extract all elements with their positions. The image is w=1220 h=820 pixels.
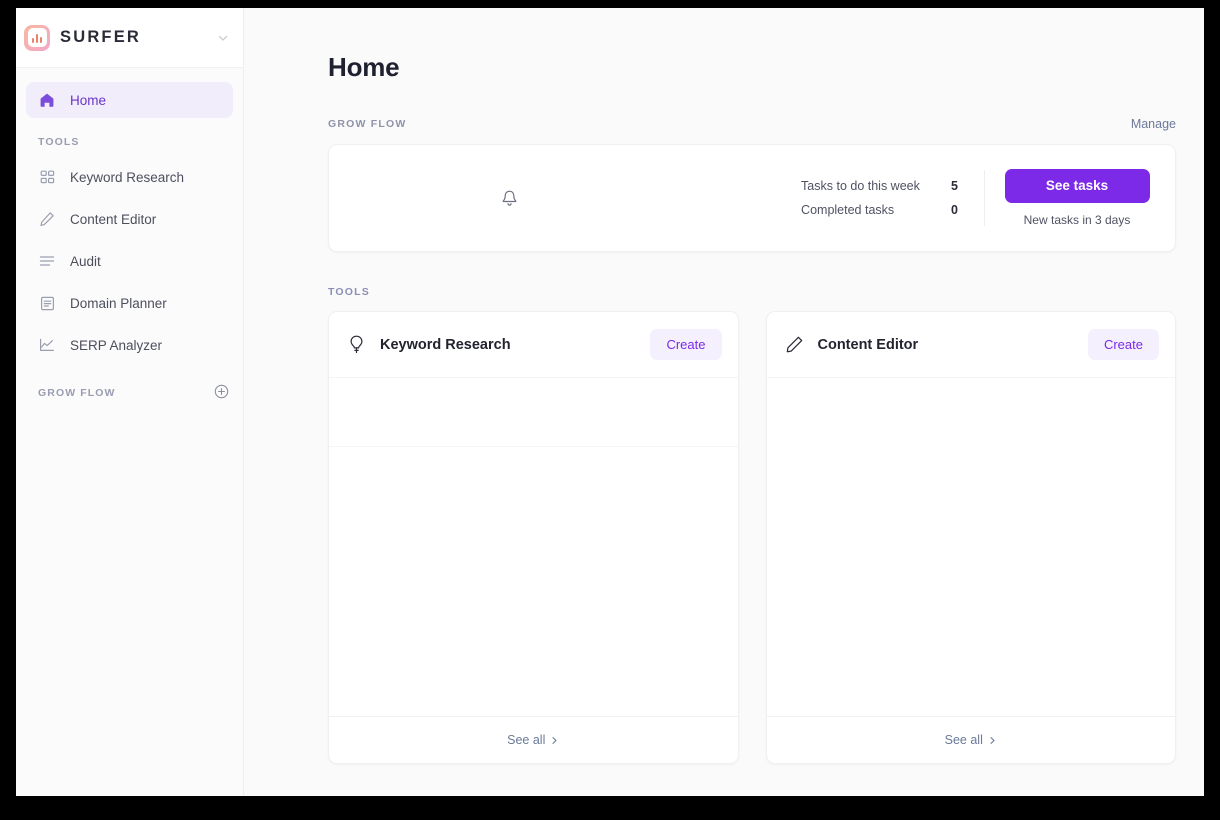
main-content: Home GROW FLOW Manage Tasks to do this w… <box>244 8 1204 796</box>
empty-row <box>329 378 738 447</box>
stat-label: Completed tasks <box>801 203 895 217</box>
new-tasks-note: New tasks in 3 days <box>1023 213 1131 227</box>
sidebar-item-domain-planner[interactable]: Domain Planner <box>26 282 233 324</box>
plus-circle-icon[interactable] <box>214 384 229 402</box>
tool-card-title: Keyword Research <box>380 336 511 353</box>
grow-flow-action: See tasks New tasks in 3 days <box>985 169 1157 227</box>
stat-row: Completed tasks 0 <box>801 198 958 222</box>
grid-icon <box>38 170 56 185</box>
sidebar-item-audit[interactable]: Audit <box>26 240 233 282</box>
lightbulb-icon <box>347 334 366 355</box>
grow-flow-eyebrow: GROW FLOW <box>328 118 407 130</box>
sidebar-item-serp-analyzer[interactable]: SERP Analyzer <box>26 324 233 366</box>
sidebar-item-label: Content Editor <box>70 211 157 227</box>
sidebar-grow-flow-section: GROW FLOW <box>26 384 233 402</box>
chevron-down-icon[interactable] <box>217 32 229 44</box>
pencil-icon <box>785 335 804 354</box>
create-button[interactable]: Create <box>650 329 722 360</box>
sidebar-tools-label: TOOLS <box>38 136 80 148</box>
manage-link[interactable]: Manage <box>1131 117 1176 131</box>
see-all-label: See all <box>944 733 983 747</box>
app-window: SURFER Home TOOLS Keyword Research Conte… <box>16 8 1204 796</box>
sidebar: SURFER Home TOOLS Keyword Research Conte… <box>16 8 244 796</box>
brand-name: SURFER <box>60 28 142 46</box>
chevron-right-icon <box>552 736 557 744</box>
grow-flow-card: Tasks to do this week 5 Completed tasks … <box>328 144 1176 252</box>
stat-value: 0 <box>951 203 958 217</box>
create-button[interactable]: Create <box>1087 329 1159 360</box>
home-icon <box>38 92 56 108</box>
sidebar-item-content-editor[interactable]: Content Editor <box>26 198 233 240</box>
tools-eyebrow: TOOLS <box>328 286 370 298</box>
tools-header: TOOLS <box>328 286 1176 298</box>
brand-header[interactable]: SURFER <box>16 8 243 68</box>
sidebar-item-keyword-research[interactable]: Keyword Research <box>26 156 233 198</box>
see-all-label: See all <box>507 733 546 747</box>
chevron-right-icon <box>990 736 995 744</box>
stat-row: Tasks to do this week 5 <box>801 174 958 198</box>
tool-card-header: Keyword Research Create <box>329 312 738 378</box>
sidebar-item-label: Domain Planner <box>70 295 167 311</box>
document-icon <box>38 296 56 311</box>
sidebar-item-home[interactable]: Home <box>26 82 233 118</box>
tool-card-title: Content Editor <box>817 336 919 353</box>
grow-flow-stats: Tasks to do this week 5 Completed tasks … <box>801 174 984 222</box>
sidebar-item-label: Home <box>70 92 107 108</box>
sidebar-item-label: SERP Analyzer <box>70 337 163 353</box>
pencil-icon <box>38 211 56 227</box>
see-all-link[interactable]: See all <box>329 716 738 763</box>
stat-value: 5 <box>951 179 958 193</box>
sidebar-item-label: Keyword Research <box>70 169 185 185</box>
grow-flow-header: GROW FLOW Manage <box>328 117 1176 131</box>
see-all-link[interactable]: See all <box>766 716 1175 763</box>
surfer-logo-icon <box>24 24 50 51</box>
sidebar-tools-list: Keyword Research Content Editor Audit Do… <box>26 156 233 366</box>
tool-card-body <box>329 378 738 716</box>
chart-line-icon <box>38 338 56 352</box>
stat-label: Tasks to do this week <box>801 179 920 193</box>
tool-card-body <box>767 378 1176 716</box>
see-tasks-button[interactable]: See tasks <box>1004 169 1150 203</box>
sidebar-grow-flow-label: GROW FLOW <box>38 387 116 399</box>
bell-icon <box>329 189 689 208</box>
tool-card-header: Content Editor Create <box>766 312 1175 378</box>
sidebar-item-label: Audit <box>70 253 101 269</box>
tool-card-keyword-research: Keyword Research Create See all <box>328 311 739 764</box>
page-title: Home <box>328 52 400 82</box>
tools-grid: Keyword Research Create See all Content … <box>328 311 1176 764</box>
list-lines-icon <box>38 254 56 268</box>
tool-card-content-editor: Content Editor Create See all <box>765 311 1176 764</box>
